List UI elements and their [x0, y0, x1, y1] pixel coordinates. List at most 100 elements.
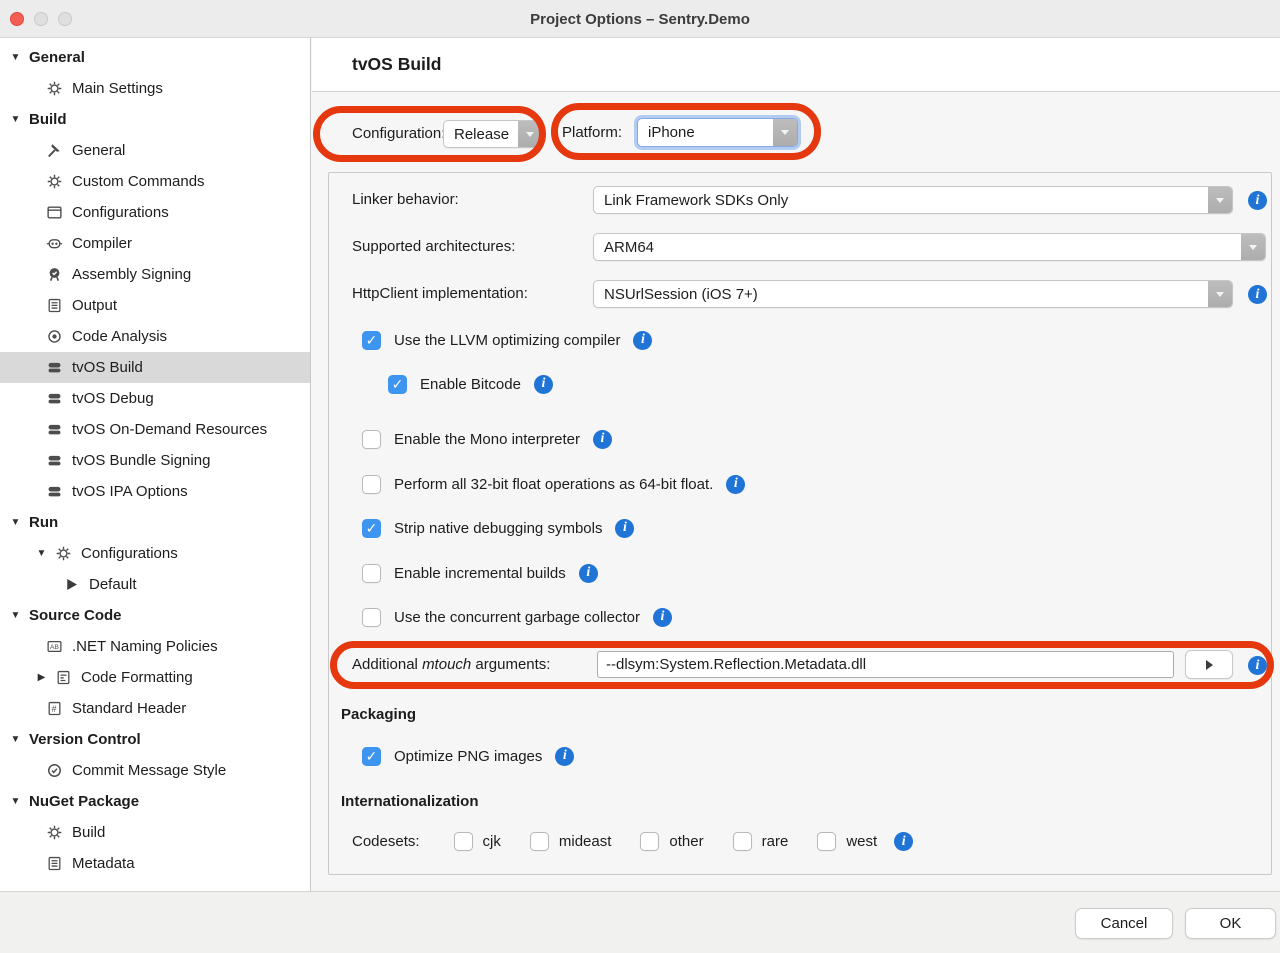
cancel-button[interactable]: Cancel — [1075, 908, 1173, 939]
info-icon[interactable]: i — [653, 608, 672, 627]
dialog-footer: Cancel OK — [0, 891, 1280, 953]
sidebar-item-tvos-ipa-options[interactable]: tvOS IPA Options — [0, 476, 310, 507]
strip-symbols-checkbox[interactable] — [362, 519, 381, 538]
sidebar-item-code-formatting[interactable]: ▶Code Formatting — [0, 662, 310, 693]
sidebar-item-run-default[interactable]: Default — [0, 569, 310, 600]
mtouch-arguments-input[interactable]: --dlsym:System.Reflection.Metadata.dll — [597, 651, 1174, 678]
info-icon[interactable]: i — [593, 430, 612, 449]
gear-icon — [46, 80, 63, 97]
concurrent-gc-checkbox[interactable] — [362, 608, 381, 627]
sidebar-section-nuget-package[interactable]: ▼NuGet Package — [0, 786, 310, 817]
chevron-right-icon[interactable]: ▶ — [36, 672, 47, 683]
sidebar-section-version-control[interactable]: ▼Version Control — [0, 724, 310, 755]
sidebar-item-custom-commands[interactable]: Custom Commands — [0, 166, 310, 197]
concurrent-gc-row: Use the concurrent garbage collector i — [362, 605, 672, 629]
incremental-builds-row: Enable incremental builds i — [362, 561, 598, 585]
ok-button[interactable]: OK — [1185, 908, 1276, 939]
codesets-label: Codesets: — [352, 833, 420, 850]
chevron-down-icon[interactable]: ▼ — [10, 734, 21, 745]
chevron-down-icon — [773, 119, 797, 146]
sidebar-item-commit-message-style[interactable]: Commit Message Style — [0, 755, 310, 786]
sidebar-item-main-settings[interactable]: Main Settings — [0, 73, 310, 104]
packaging-section-header: Packaging — [341, 706, 416, 723]
stack-icon — [46, 452, 63, 469]
info-icon[interactable]: i — [1248, 656, 1267, 675]
float-operations-row: Perform all 32-bit float operations as 6… — [362, 472, 745, 496]
chevron-down-icon[interactable]: ▼ — [10, 517, 21, 528]
sidebar-item-compiler[interactable]: Compiler — [0, 228, 310, 259]
optimize-png-checkbox[interactable] — [362, 747, 381, 766]
mono-interpreter-row: Enable the Mono interpreter i — [362, 427, 612, 451]
sidebar-item-output[interactable]: Output — [0, 290, 310, 321]
stack-icon — [46, 390, 63, 407]
sidebar-item-nuget-metadata[interactable]: Metadata — [0, 848, 310, 879]
chevron-down-icon[interactable]: ▼ — [10, 610, 21, 621]
badge-icon — [46, 266, 63, 283]
chevron-down-icon[interactable]: ▼ — [10, 114, 21, 125]
codeset-cjk-checkbox[interactable] — [454, 832, 473, 851]
incremental-builds-checkbox[interactable] — [362, 564, 381, 583]
gear-icon — [46, 173, 63, 190]
check-circle-icon — [46, 762, 63, 779]
info-icon[interactable]: i — [534, 375, 553, 394]
httpclient-implementation-dropdown[interactable]: NSUrlSession (iOS 7+) — [593, 280, 1233, 308]
chevron-down-icon — [1208, 281, 1232, 307]
sidebar-section-source-code[interactable]: ▼Source Code — [0, 600, 310, 631]
configuration-dropdown[interactable]: Release — [443, 120, 543, 148]
codeset-west-checkbox[interactable] — [817, 832, 836, 851]
window-icon — [46, 204, 63, 221]
sidebar-item-build-general[interactable]: General — [0, 135, 310, 166]
chevron-down-icon — [518, 121, 542, 147]
strip-symbols-row: Strip native debugging symbols i — [362, 516, 634, 540]
chevron-down-icon — [1208, 187, 1232, 213]
enable-bitcode-checkbox[interactable] — [388, 375, 407, 394]
chevron-down-icon[interactable]: ▼ — [36, 548, 47, 559]
sidebar-item-standard-header[interactable]: Standard Header — [0, 693, 310, 724]
sidebar-item-tvos-build[interactable]: tvOS Build — [0, 352, 310, 383]
stack-icon — [46, 359, 63, 376]
info-icon[interactable]: i — [894, 832, 913, 851]
supported-architectures-dropdown[interactable]: ARM64 — [593, 233, 1266, 261]
document-icon — [46, 297, 63, 314]
mtouch-arguments-expand-button[interactable] — [1185, 650, 1233, 679]
sidebar-item-nuget-build[interactable]: Build — [0, 817, 310, 848]
sidebar-item-run-configurations[interactable]: ▼Configurations — [0, 538, 310, 569]
hammer-icon — [46, 142, 63, 159]
sidebar-item-assembly-signing[interactable]: Assembly Signing — [0, 259, 310, 290]
info-icon[interactable]: i — [615, 519, 634, 538]
float-operations-checkbox[interactable] — [362, 475, 381, 494]
sidebar-item-net-naming-policies[interactable]: .NET Naming Policies — [0, 631, 310, 662]
platform-dropdown[interactable]: iPhone — [637, 118, 798, 147]
info-icon[interactable]: i — [579, 564, 598, 583]
circle-dot-icon — [46, 328, 63, 345]
optimize-png-row: Optimize PNG images i — [362, 744, 574, 768]
sidebar-section-run[interactable]: ▼Run — [0, 507, 310, 538]
info-icon[interactable]: i — [555, 747, 574, 766]
sidebar-section-general[interactable]: ▼General — [0, 42, 310, 73]
linker-behavior-label: Linker behavior: — [352, 190, 459, 210]
info-icon[interactable]: i — [633, 331, 652, 350]
info-icon[interactable]: i — [1248, 285, 1267, 304]
sidebar-item-tvos-on-demand-resources[interactable]: tvOS On-Demand Resources — [0, 414, 310, 445]
info-icon[interactable]: i — [726, 475, 745, 494]
sidebar-section-build[interactable]: ▼Build — [0, 104, 310, 135]
platform-label: Platform: — [562, 123, 622, 143]
gear-icon — [46, 824, 63, 841]
window-title: Project Options – Sentry.Demo — [0, 0, 1280, 38]
info-icon[interactable]: i — [1248, 191, 1267, 210]
mono-interpreter-checkbox[interactable] — [362, 430, 381, 449]
sidebar-item-code-analysis[interactable]: Code Analysis — [0, 321, 310, 352]
linker-behavior-dropdown[interactable]: Link Framework SDKs Only — [593, 186, 1233, 214]
codeset-other-checkbox[interactable] — [640, 832, 659, 851]
sidebar-item-tvos-debug[interactable]: tvOS Debug — [0, 383, 310, 414]
llvm-compiler-row: Use the LLVM optimizing compiler i — [362, 328, 652, 352]
play-icon — [63, 576, 80, 593]
chevron-down-icon[interactable]: ▼ — [10, 796, 21, 807]
chevron-down-icon[interactable]: ▼ — [10, 52, 21, 63]
llvm-compiler-checkbox[interactable] — [362, 331, 381, 350]
gear-icon — [55, 545, 72, 562]
codeset-rare-checkbox[interactable] — [733, 832, 752, 851]
sidebar-item-configurations[interactable]: Configurations — [0, 197, 310, 228]
codeset-mideast-checkbox[interactable] — [530, 832, 549, 851]
sidebar-item-tvos-bundle-signing[interactable]: tvOS Bundle Signing — [0, 445, 310, 476]
